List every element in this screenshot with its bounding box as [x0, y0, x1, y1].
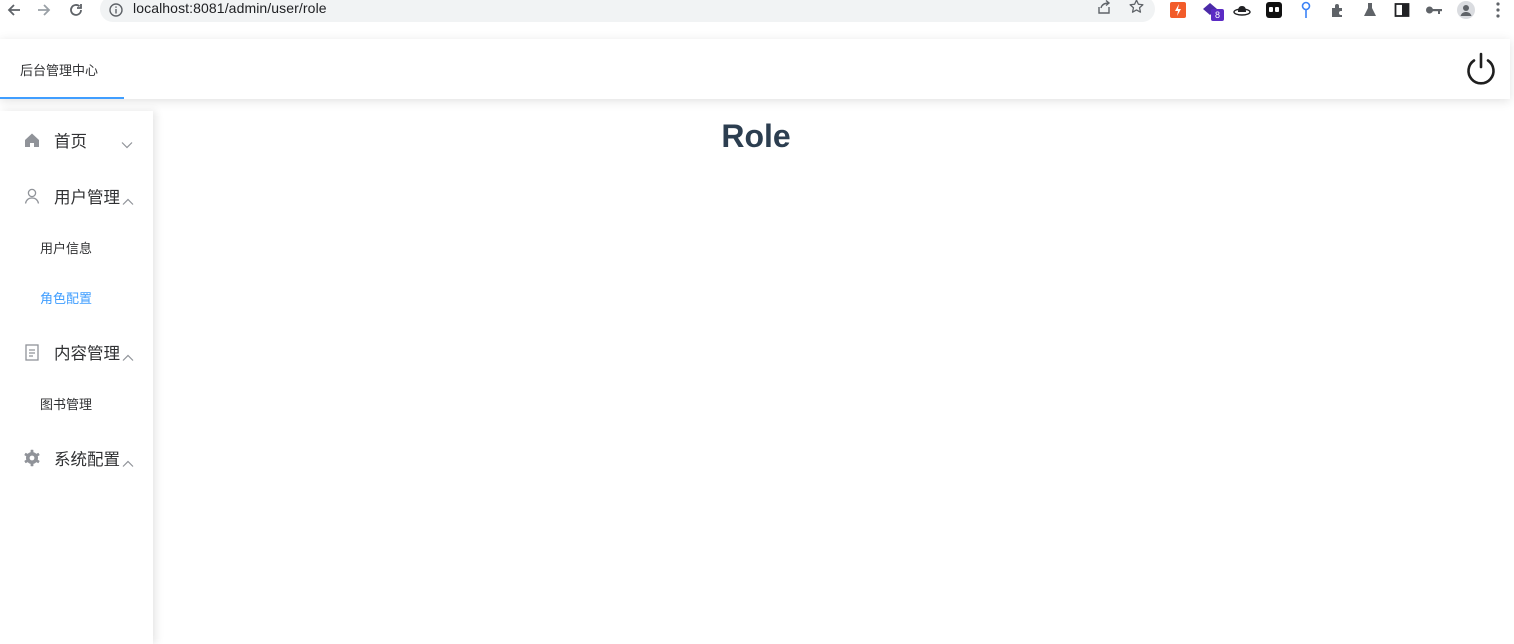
extension-mask-icon[interactable]: [1265, 1, 1283, 19]
header-menu-item-admin[interactable]: 后台管理中心: [0, 39, 124, 99]
header-title: 后台管理中心: [20, 64, 99, 79]
user-icon: [23, 187, 41, 205]
sidebar-item-system-config[interactable]: 系统配置: [0, 429, 153, 485]
chevron-up-icon: [122, 347, 134, 361]
profile-icon[interactable]: [1457, 1, 1475, 19]
star-icon[interactable]: [1128, 0, 1145, 19]
sidebar-item-label: 内容管理: [54, 344, 120, 363]
address-bar[interactable]: localhost:8081/admin/user/role: [100, 0, 1155, 22]
document-icon: [23, 343, 41, 361]
back-icon[interactable]: [3, 0, 25, 20]
app-header: 后台管理中心: [0, 39, 1510, 99]
forward-icon[interactable]: [33, 0, 55, 20]
sidebar: 首页 用户管理 用户信息 角色配置 内容管理 图书管理 系统配置: [0, 111, 153, 644]
gear-icon: [23, 449, 41, 467]
sidebar-item-label: 用户管理: [54, 188, 120, 207]
extension-hat-icon[interactable]: [1233, 1, 1251, 19]
power-icon[interactable]: [1463, 51, 1499, 87]
page-title: Role: [721, 118, 791, 154]
sidebar-subitem-label: 角色配置: [40, 292, 93, 307]
sidebar-item-content-management[interactable]: 内容管理: [0, 323, 153, 379]
url-text[interactable]: localhost:8081/admin/user/role: [133, 0, 327, 16]
info-icon[interactable]: [109, 2, 123, 21]
extension-badge: 8: [1211, 9, 1224, 21]
sidebar-item-user-management[interactable]: 用户管理: [0, 167, 153, 223]
home-icon: [23, 131, 41, 149]
extensions-icon[interactable]: [1329, 1, 1347, 19]
flask-icon[interactable]: [1361, 1, 1379, 19]
sidebar-item-label: 首页: [54, 132, 87, 151]
browser-toolbar: localhost:8081/admin/user/role 8: [0, 0, 1514, 22]
reload-icon[interactable]: [65, 0, 87, 20]
sidebar-subitem-label: 用户信息: [40, 242, 93, 257]
key-icon[interactable]: [1425, 1, 1443, 19]
sidebar-item-label: 系统配置: [54, 450, 120, 469]
chevron-up-icon: [122, 453, 134, 467]
chevron-up-icon: [122, 191, 134, 205]
sidebar-item-home[interactable]: 首页: [0, 111, 153, 167]
sidebar-subitem-book-management[interactable]: 图书管理: [0, 379, 153, 429]
extension-pin-icon[interactable]: [1297, 1, 1315, 19]
chevron-down-icon: [121, 134, 133, 149]
side-panel-icon[interactable]: [1393, 1, 1411, 19]
share-icon[interactable]: [1096, 0, 1112, 19]
sidebar-subitem-role-config[interactable]: 角色配置: [0, 273, 153, 323]
sidebar-subitem-label: 图书管理: [40, 398, 93, 413]
menu-icon[interactable]: [1489, 1, 1507, 19]
extension-orange-icon[interactable]: [1169, 1, 1187, 19]
sidebar-subitem-user-info[interactable]: 用户信息: [0, 223, 153, 273]
